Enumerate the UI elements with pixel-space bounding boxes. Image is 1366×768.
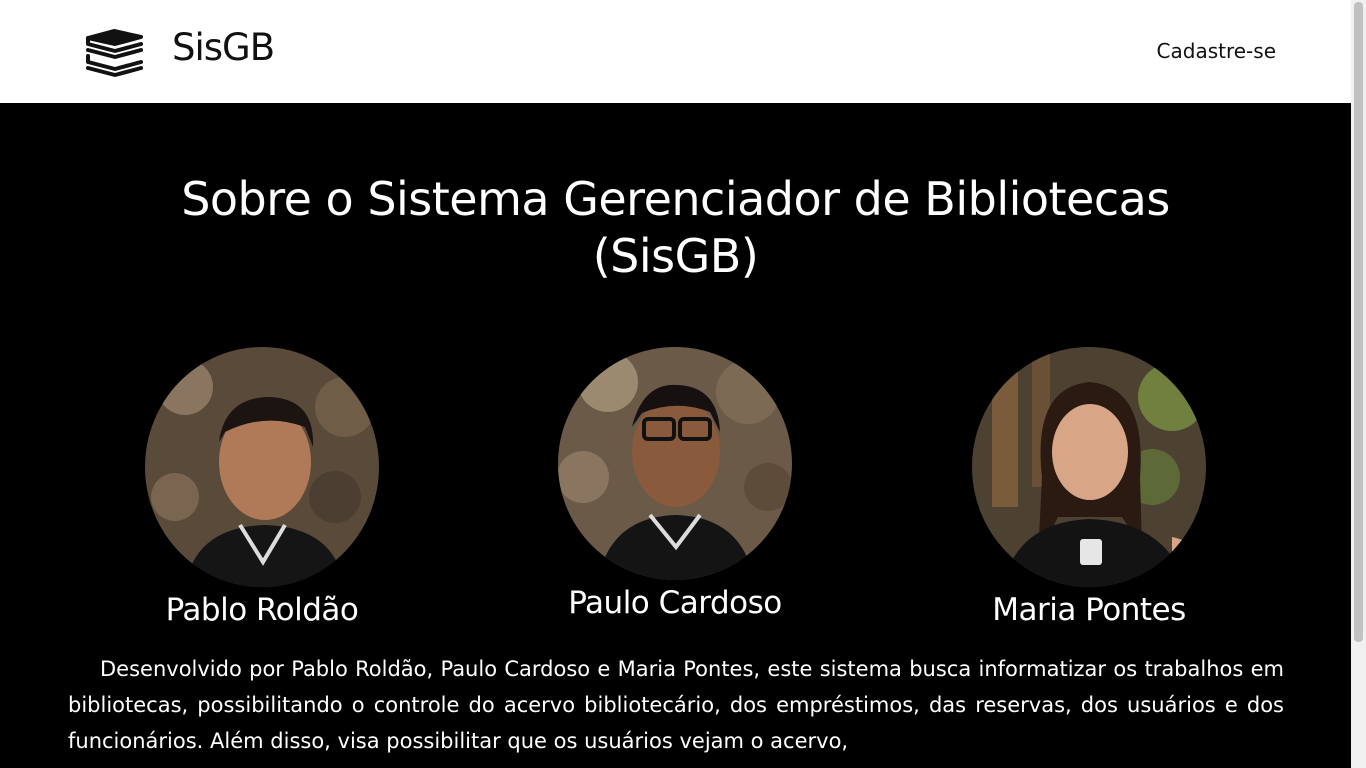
member-name: Maria Pontes [992, 592, 1186, 628]
signup-link[interactable]: Cadastre-se [1157, 38, 1276, 64]
avatar-maria [972, 347, 1206, 587]
avatar-pablo [145, 347, 379, 587]
page: SisGB Cadastre-se Sobre o Sistema Gerenc… [0, 0, 1366, 768]
member-name: Pablo Roldão [165, 592, 359, 628]
page-title: Sobre o Sistema Gerenciador de Bibliotec… [181, 172, 1170, 283]
about-section: Sobre o Sistema Gerenciador de Bibliotec… [0, 103, 1351, 768]
books-stack-icon[interactable] [84, 28, 144, 78]
member-name: Paulo Cardoso [568, 585, 782, 621]
avatar-paulo [558, 347, 792, 580]
member-card-pablo: Pablo Roldão [112, 347, 412, 628]
brand-title[interactable]: SisGB [172, 24, 275, 72]
about-description: Desenvolvido por Pablo Roldão, Paulo Car… [68, 657, 1284, 753]
member-card-maria: Maria Pontes [939, 347, 1239, 628]
member-card-paulo: Paulo Cardoso [525, 347, 825, 621]
navbar: SisGB Cadastre-se [0, 0, 1351, 103]
page-scrollbar[interactable] [1351, 0, 1366, 768]
scrollbar-thumb[interactable] [1354, 2, 1363, 642]
